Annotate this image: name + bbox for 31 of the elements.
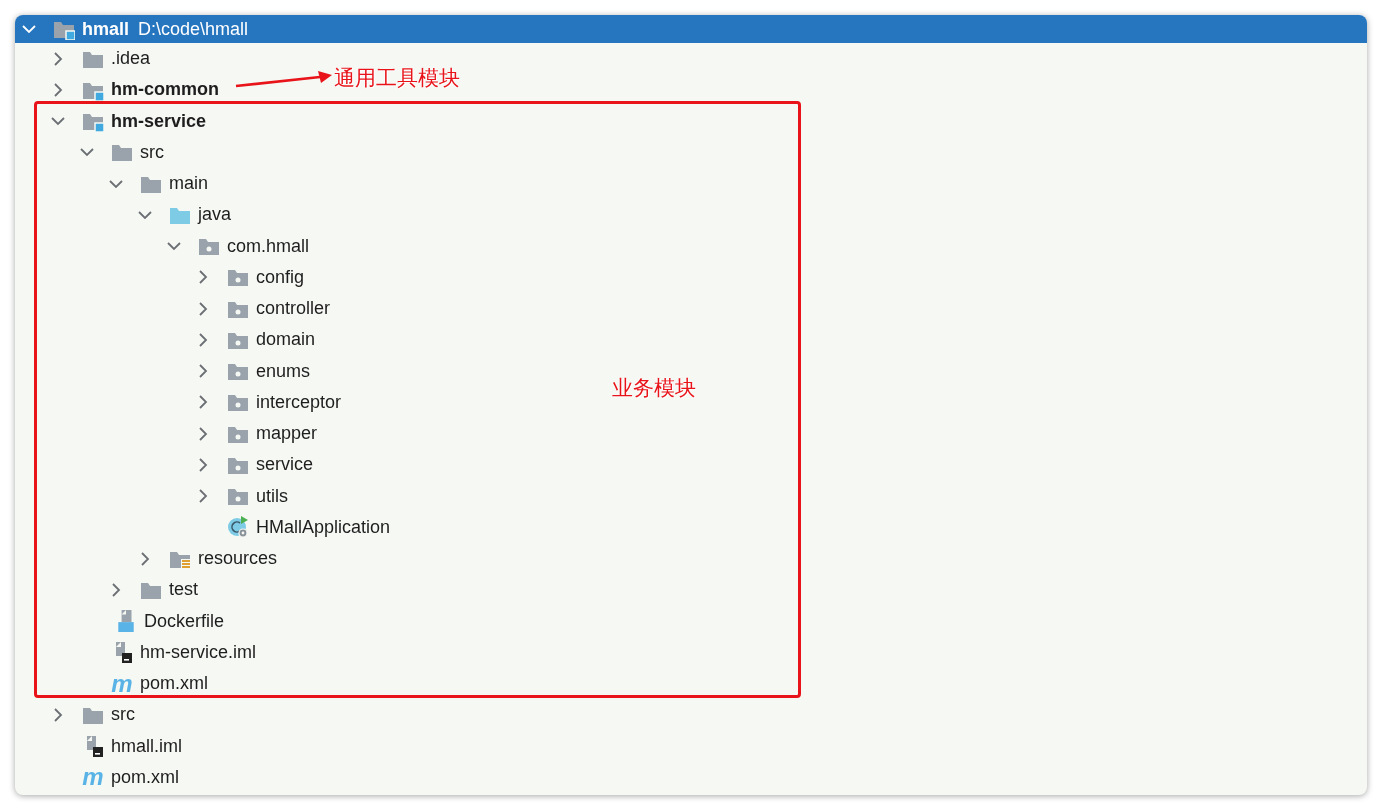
tree-row[interactable]: hm-common	[15, 74, 219, 106]
tree-row[interactable]: controller	[15, 293, 331, 325]
tree-row[interactable]: m pom.xml	[15, 761, 179, 793]
tree-row[interactable]: utils	[15, 480, 288, 512]
annotation-label: 业务模块	[612, 375, 696, 402]
annotation-label: 通用工具模块	[334, 65, 460, 92]
tree-row[interactable]: domain	[15, 324, 316, 356]
maven-icon: m	[82, 766, 104, 789]
tree-row[interactable]: interceptor	[15, 386, 342, 418]
tree-row[interactable]: Dockerfile	[15, 605, 225, 637]
tree-row[interactable]: java	[15, 199, 232, 231]
maven-icon: m	[111, 672, 133, 695]
tree-row[interactable]: enums	[15, 355, 311, 387]
tree-row[interactable]: resources	[15, 543, 278, 575]
tree-row[interactable]: mapper	[15, 418, 318, 450]
tree-row[interactable]: test	[15, 574, 198, 606]
tree-row[interactable]: m pom.xml	[15, 668, 208, 700]
class-icon	[227, 516, 249, 539]
tree-row[interactable]: hm-service	[15, 105, 207, 137]
tree-row[interactable]: src	[15, 699, 135, 731]
tree-row[interactable]: hm-service.iml	[15, 636, 256, 668]
tree-row[interactable]: src	[15, 136, 164, 168]
tree-row[interactable]: main	[15, 168, 208, 200]
tree-row[interactable]: service	[15, 449, 313, 481]
tree-row[interactable]: HMallApplication	[15, 511, 391, 543]
tree-row[interactable]: .idea	[15, 43, 151, 75]
tree-row[interactable]: config	[15, 261, 305, 293]
tree-row[interactable]: hmall.iml	[15, 730, 182, 762]
tree-row[interactable]: com.hmall	[15, 230, 310, 262]
tree-row[interactable]: hmall D:\code\hmall	[15, 15, 1367, 43]
docker-file-icon	[115, 610, 137, 633]
